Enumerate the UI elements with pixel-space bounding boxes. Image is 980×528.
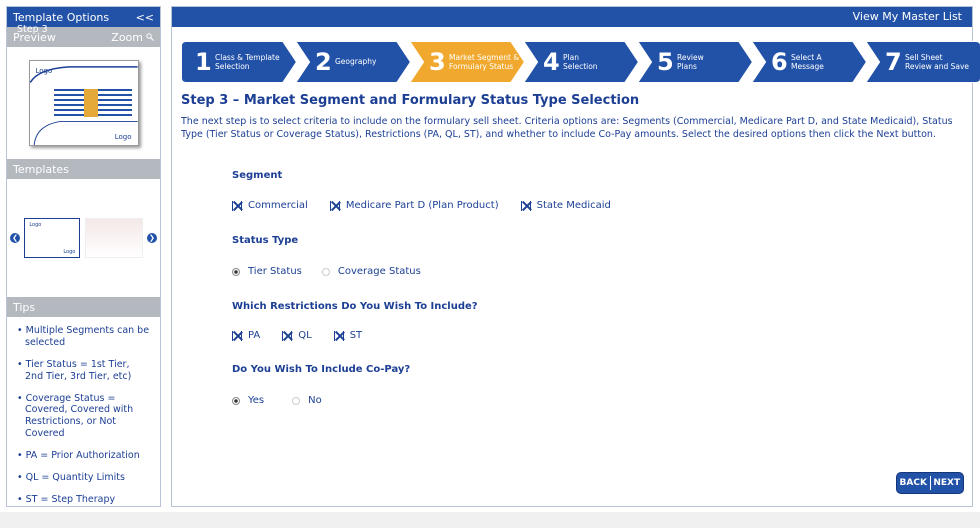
preview-logo-top: Logo (35, 67, 53, 75)
status-tier-radio[interactable]: Tier Status (232, 266, 302, 277)
templates-header: Templates (7, 159, 160, 179)
main-topbar: View My Master List (172, 7, 972, 27)
segment-commercial-checkbox[interactable]: Commercial (232, 200, 308, 211)
tips-step: Step 3 (17, 24, 48, 36)
tip-item: • Coverage Status = Covered, Covered wit… (17, 392, 134, 440)
wizard-step-4[interactable]: 4 Plan Selection (523, 41, 639, 83)
collapse-sidebar-button[interactable]: << (136, 11, 154, 24)
step-label: Market Segment & Formulary Status (449, 52, 520, 71)
template-options-panel: Template Options << Preview Zoom Logo Lo… (6, 6, 161, 507)
tip-item: • PA = Prior Authorization (17, 450, 140, 461)
status-type-options: Tier Status Coverage Status (232, 266, 443, 277)
step-number: 6 (771, 48, 788, 76)
status-coverage-radio[interactable]: Coverage Status (321, 266, 421, 277)
copay-yes-radio[interactable]: Yes (232, 395, 264, 406)
radio-selected-icon (232, 396, 240, 405)
step-label: Sell Sheet Review and Save (905, 52, 970, 71)
templates-carousel: ❮ Logo Logo ❯ (7, 179, 160, 297)
page-title: Step 3 – Market Segment and Formulary St… (181, 93, 640, 108)
tips-label: Tips (13, 300, 36, 314)
next-template-button[interactable]: ❯ (146, 233, 157, 243)
segment-medicaid-checkbox[interactable]: State Medicaid (520, 200, 611, 211)
step-number: 2 (315, 48, 332, 76)
step-label: Review Plans (677, 52, 704, 71)
wizard-step-7[interactable]: 7 Sell Sheet Review and Save (865, 41, 980, 83)
copay-title: Do You Wish To Include Co-Pay? (232, 364, 411, 375)
wizard-step-2[interactable]: 2 Geography (295, 41, 411, 83)
zoom-label: Zoom (111, 30, 143, 44)
checkbox-checked-icon (329, 200, 340, 211)
wizard-step-6[interactable]: 6 Select A Message (751, 41, 867, 83)
tip-item: • ST = Step Therapy (17, 493, 116, 505)
template-logo-top: Logo (29, 222, 42, 228)
step-number: 7 (885, 48, 902, 76)
restriction-st-checkbox[interactable]: ST (333, 330, 363, 341)
copay-label: Yes (248, 395, 265, 406)
checkbox-checked-icon (333, 330, 344, 341)
radio-selected-icon (232, 267, 240, 276)
tips-header: Tips (7, 297, 160, 317)
restriction-pa-checkbox[interactable]: PA (232, 330, 260, 341)
restrictions-options: PA QL ST (232, 330, 384, 341)
checkbox-checked-icon (232, 330, 242, 341)
radio-unselected-icon (321, 267, 330, 276)
magnifier-icon (146, 33, 154, 41)
status-type-title: Status Type (232, 235, 299, 246)
restrictions-title: Which Restrictions Do You Wish To Includ… (232, 301, 478, 312)
copay-label: No (308, 395, 322, 406)
checkbox-checked-icon (282, 330, 293, 341)
checkbox-checked-icon (232, 200, 242, 211)
wizard-steps: 1 Class & Template Selection 2 Geography 3 Mar… (181, 41, 980, 83)
step-label: Geography (335, 57, 377, 67)
segment-medicare-checkbox[interactable]: Medicare Part D (Plan Product) (329, 200, 499, 211)
preview-table (53, 89, 132, 117)
template-thumbnail-1[interactable]: Logo Logo (24, 218, 81, 258)
restriction-label: PA (248, 330, 261, 341)
step-label: Select A Message (791, 52, 824, 71)
previous-template-button[interactable]: ❮ (10, 233, 20, 243)
restriction-label: QL (298, 330, 312, 341)
status-label: Tier Status (248, 266, 302, 277)
sell-sheet-preview-thumbnail[interactable]: Logo Logo (28, 60, 139, 146)
step-number: 1 (195, 48, 212, 76)
tips-list: Step 3 • Multiple Segments can be select… (7, 24, 160, 524)
preview-logo-bottom: Logo (114, 133, 132, 141)
segment-label: State Medicaid (536, 200, 611, 211)
segment-options: Commercial Medicare Part D (Plan Product… (232, 200, 633, 211)
step-label: Plan Selection (563, 52, 598, 71)
preview-area: Logo Logo (7, 47, 160, 159)
next-button[interactable]: NEXT (931, 478, 964, 488)
back-button[interactable]: BACK (897, 478, 930, 488)
step-number: 3 (429, 48, 446, 76)
step-number: 4 (543, 48, 560, 76)
checkbox-checked-icon (520, 200, 531, 211)
templates-label: Templates (13, 162, 69, 176)
tip-item: • Tier Status = 1st Tier, 2nd Tier, 3rd … (17, 358, 132, 382)
step-number: 5 (657, 48, 674, 76)
zoom-button[interactable]: Zoom (111, 31, 154, 44)
template-thumbnail-2[interactable] (84, 218, 143, 258)
step-label: Class & Template Selection (215, 52, 280, 71)
copay-options: Yes No (232, 395, 344, 406)
segment-title: Segment (232, 170, 283, 181)
wizard-step-5[interactable]: 5 Review Plans (637, 41, 753, 83)
radio-unselected-icon (292, 396, 301, 405)
wizard-step-1[interactable]: 1 Class & Template Selection (181, 41, 297, 83)
wizard-step-3[interactable]: 3 Market Segment & Formulary Status (409, 41, 525, 83)
segment-label: Commercial (248, 200, 308, 211)
tip-item: • Multiple Segments can be selected (17, 325, 150, 348)
tip-item: • QL = Quantity Limits (17, 471, 125, 483)
segment-label: Medicare Part D (Plan Product) (345, 200, 499, 211)
restriction-label: ST (349, 330, 363, 341)
template-logo-bottom: Logo (63, 249, 76, 255)
page-footer-strip (0, 512, 980, 528)
back-next-buttons: BACK NEXT (896, 472, 964, 494)
status-label: Coverage Status (337, 266, 421, 277)
intro-text: The next step is to select criteria to i… (181, 116, 953, 140)
copay-no-radio[interactable]: No (292, 395, 322, 406)
main-panel: View My Master List 1 Class & Template Sel… (171, 6, 980, 507)
restriction-ql-checkbox[interactable]: QL (282, 330, 312, 341)
view-master-list-link[interactable]: View My Master List (853, 10, 962, 23)
